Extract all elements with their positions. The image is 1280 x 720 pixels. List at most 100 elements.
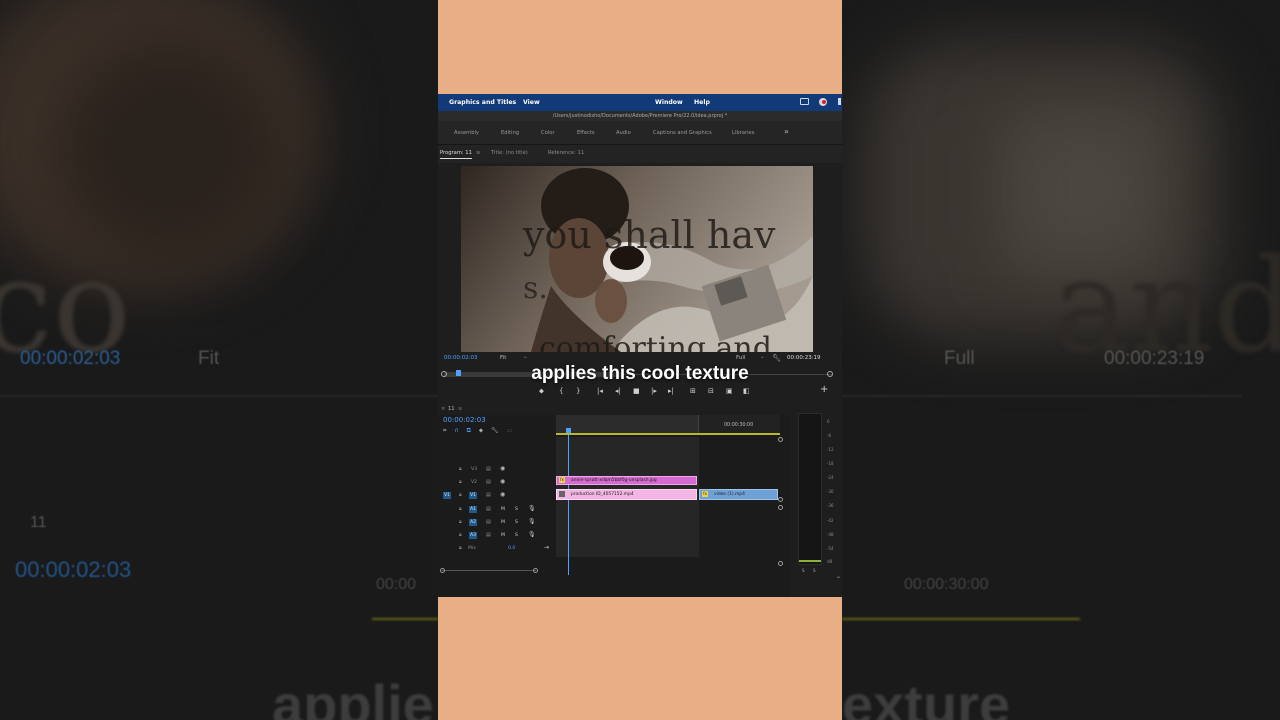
linked-selection-icon[interactable]: ⧉ — [467, 427, 471, 434]
meter-solo-right[interactable]: S — [813, 568, 816, 573]
lift-icon[interactable]: ⊞ — [690, 387, 696, 395]
track-target-a1[interactable]: A1 — [469, 506, 477, 513]
go-to-end-icon[interactable]: ⇥ — [544, 544, 549, 551]
eye-icon[interactable]: ◉ — [500, 478, 505, 485]
workspace-libraries[interactable]: Libraries — [732, 130, 754, 136]
go-to-in-icon[interactable]: |◂ — [597, 387, 603, 395]
mute-button[interactable]: M — [501, 520, 505, 525]
sync-lock-icon[interactable]: ▤ — [486, 479, 491, 485]
add-marker-icon[interactable]: ⬥ — [539, 387, 544, 396]
timeline-settings-wrench-icon[interactable]: 🔧︎ — [491, 427, 499, 434]
lock-icon[interactable]: 🔒︎ — [459, 492, 462, 498]
sync-lock-icon[interactable]: ▤ — [486, 506, 491, 512]
timeline-timecode[interactable]: 00:00:02:03 — [443, 416, 486, 424]
sync-lock-icon[interactable]: ▤ — [486, 492, 491, 498]
settings-wrench-icon[interactable]: 🔧︎ — [772, 354, 781, 362]
lock-icon[interactable]: 🔒︎ — [459, 506, 462, 512]
sync-lock-icon[interactable]: ▤ — [486, 466, 491, 472]
time-ruler[interactable]: 00:00 00:00:15:00 00:00:30:00 — [556, 415, 780, 435]
tab-program[interactable]: Program: 11 — [440, 150, 472, 159]
panel-menu-icon[interactable]: ≡ — [458, 406, 462, 412]
tab-title[interactable]: Title: (no title) — [491, 150, 528, 156]
chevron-down-icon[interactable]: ⌄ — [836, 573, 841, 580]
timeline-playhead-head[interactable] — [566, 428, 571, 433]
overflow-icon[interactable] — [838, 98, 841, 105]
eye-icon[interactable]: ◉ — [500, 491, 505, 498]
chevron-down-icon[interactable]: ⌄ — [760, 354, 765, 360]
lock-icon[interactable]: 🔒︎ — [459, 479, 462, 485]
vertical-scroll-handle-audio[interactable] — [778, 505, 783, 510]
step-forward-icon[interactable]: |▸ — [651, 387, 657, 395]
lock-icon[interactable]: 🔒︎ — [459, 545, 462, 551]
track-target-a3[interactable]: A3 — [469, 532, 477, 539]
clip-texture-image[interactable]: annie-spratt-xdqm5bbf0g-unsplash.jpg — [556, 476, 697, 485]
meter-solo-left[interactable]: S — [802, 568, 805, 573]
horizontal-scroll-handle-left[interactable] — [440, 568, 445, 573]
workspace-editing[interactable]: Editing — [501, 130, 519, 136]
fit-dropdown[interactable]: Fit — [500, 355, 506, 361]
eye-icon[interactable]: ◉ — [500, 465, 505, 472]
captions-icon[interactable]: ▭ — [507, 427, 513, 434]
export-frame-icon[interactable]: ▣ — [726, 387, 733, 395]
microphone-icon[interactable]: 🎙︎ — [528, 531, 536, 538]
source-patch-v1[interactable]: V1 — [443, 492, 451, 499]
workspace-audio[interactable]: Audio — [616, 130, 631, 136]
horizontal-scrollbar[interactable] — [442, 570, 536, 571]
clip-video-1[interactable]: video (1).mp4 — [699, 489, 778, 500]
track-target-a2[interactable]: A2 — [469, 519, 477, 526]
microphone-icon[interactable]: 🎙︎ — [528, 518, 536, 525]
workspaces-overflow-icon[interactable]: » — [784, 127, 789, 136]
add-button-icon[interactable]: + — [820, 384, 828, 395]
solo-button[interactable]: S — [515, 533, 518, 538]
microphone-icon[interactable]: 🎙︎ — [528, 505, 536, 512]
quality-dropdown[interactable]: Full — [736, 355, 745, 361]
menu-graphics-and-titles[interactable]: Graphics and Titles — [449, 99, 516, 106]
nest-icon[interactable]: ⌗ — [443, 427, 446, 434]
mark-in-icon[interactable]: { — [559, 387, 563, 395]
solo-button[interactable]: S — [515, 520, 518, 525]
lock-icon[interactable]: 🔒︎ — [459, 519, 462, 525]
work-area-bar[interactable] — [556, 433, 780, 435]
clip-production[interactable]: production ID_4057152.mp4 — [556, 489, 697, 500]
lock-icon[interactable]: 🔒︎ — [459, 532, 462, 538]
extract-icon[interactable]: ⊟ — [708, 387, 714, 395]
workspace-effects[interactable]: Effects — [577, 130, 595, 136]
workspace-captions-and-graphics[interactable]: Captions and Graphics — [653, 130, 712, 136]
vertical-scroll-handle-bottom[interactable] — [778, 561, 783, 566]
menu-view[interactable]: View — [523, 99, 540, 106]
background-blur-right: and Full 00:00:23:19 00:00:30:00 exture — [842, 0, 1280, 720]
vertical-scroll-handle-mid[interactable] — [778, 497, 783, 502]
mix-value[interactable]: 0.0 — [508, 546, 515, 551]
playhead-timecode[interactable]: 00:00:02:03 — [444, 355, 478, 361]
vertical-scroll-handle-top[interactable] — [778, 437, 783, 442]
panel-menu-icon[interactable]: ≡ — [476, 150, 480, 156]
mark-out-icon[interactable]: } — [576, 387, 580, 395]
go-to-out-icon[interactable]: ▸| — [668, 387, 674, 395]
program-monitor-video[interactable]: you shall hav s. comforting and — [461, 166, 813, 352]
horizontal-scroll-handle-right[interactable] — [533, 568, 538, 573]
comparison-view-icon[interactable]: ◧ — [743, 387, 750, 395]
mute-button[interactable]: M — [501, 533, 505, 538]
lock-icon[interactable]: 🔒︎ — [459, 466, 462, 472]
snap-magnet-icon[interactable]: ∩ — [454, 427, 458, 434]
menu-window[interactable]: Window — [655, 99, 683, 106]
stop-icon[interactable]: ■ — [633, 387, 640, 395]
close-icon[interactable]: × — [441, 406, 445, 412]
add-marker-icon[interactable]: ⬥ — [479, 427, 483, 434]
background-blur-left: co 00:00:02:03 Fit 11 00:00:02:03 00:00 … — [0, 0, 438, 720]
creative-cloud-icon[interactable] — [819, 98, 827, 106]
chevron-down-icon[interactable]: ⌄ — [523, 354, 528, 360]
solo-button[interactable]: S — [515, 507, 518, 512]
sync-lock-icon[interactable]: ▤ — [486, 532, 491, 538]
camera-icon[interactable] — [800, 98, 809, 105]
sequence-tab[interactable]: 11 — [448, 406, 455, 412]
meter-level-fill — [799, 560, 821, 562]
mute-button[interactable]: M — [501, 507, 505, 512]
sync-lock-icon[interactable]: ▤ — [486, 519, 491, 525]
workspace-color[interactable]: Color — [541, 130, 555, 136]
tab-reference[interactable]: Reference: 11 — [548, 150, 584, 156]
step-back-icon[interactable]: ◂| — [615, 387, 621, 395]
workspace-assembly[interactable]: Assembly — [454, 130, 479, 136]
track-target-v1[interactable]: V1 — [469, 492, 477, 499]
menu-help[interactable]: Help — [694, 99, 710, 106]
